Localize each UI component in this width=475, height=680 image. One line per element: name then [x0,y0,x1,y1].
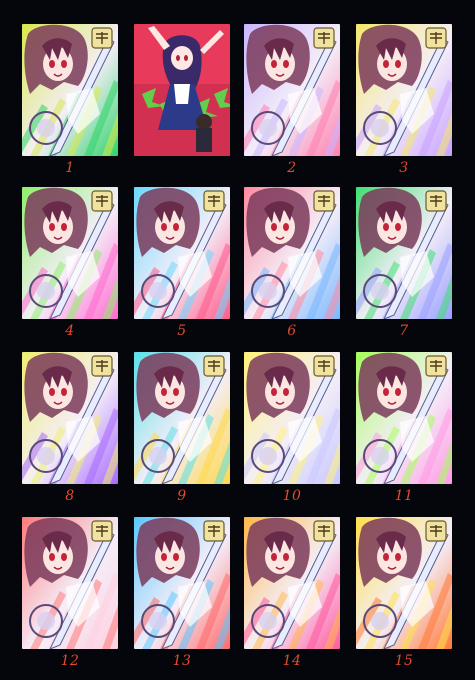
variant-number-label: 15 [394,653,414,669]
color-variant-illustration [244,352,340,484]
variant-number-label: 13 [172,653,192,669]
color-variant-illustration [134,352,230,484]
variant-number-label: 2 [287,160,297,176]
color-variant-illustration [22,187,118,319]
color-variant-illustration [22,517,118,649]
color-variant-illustration [244,517,340,649]
color-variant-illustration [134,517,230,649]
color-variant-illustration [356,517,452,649]
variant-number-label: 4 [65,323,75,339]
color-variant-illustration [134,187,230,319]
variant-number-label: 6 [287,323,297,339]
color-variant-illustration [356,187,452,319]
variant-number-label: 8 [65,488,75,504]
color-variant-illustration [244,24,340,156]
variant-number-label: 7 [399,323,409,339]
variant-number-label: 9 [177,488,187,504]
variant-number-label: 1 [65,160,75,176]
variant-number-label: 10 [282,488,302,504]
reference-illustration [134,24,230,156]
color-variant-illustration [356,24,452,156]
color-variant-illustration [356,352,452,484]
variant-number-label: 3 [399,160,409,176]
variant-number-label: 5 [177,323,187,339]
contact-sheet: 1 2 3 4 5 6 7 8 9 10 11 12 13 14 15 [0,0,475,680]
color-variant-illustration [22,24,118,156]
variant-number-label: 11 [394,488,414,504]
variant-number-label: 12 [60,653,80,669]
color-variant-illustration [22,352,118,484]
variant-number-label: 14 [282,653,302,669]
color-variant-illustration [244,187,340,319]
